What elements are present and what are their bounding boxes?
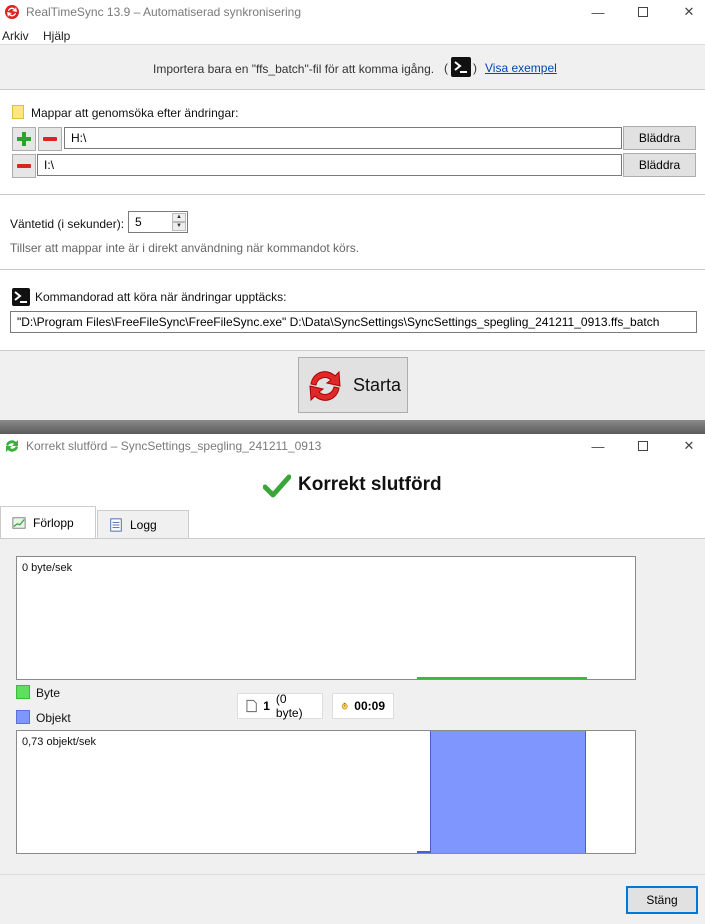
menu-bar: Arkiv Hjälp: [0, 24, 705, 44]
folder-path-input-1[interactable]: H:\: [64, 127, 622, 149]
title-bar[interactable]: RealTimeSync 13.9 – Automatiserad synkro…: [0, 0, 705, 24]
close-icon: ✕: [683, 438, 695, 453]
dialog-minimize-button[interactable]: —: [575, 434, 621, 458]
start-button[interactable]: Starta: [298, 357, 408, 413]
minus-icon: [17, 164, 31, 168]
hint-close-paren: ): [473, 61, 477, 75]
import-hint-text: Importera bara en "ffs_batch"-fil för at…: [153, 62, 435, 76]
minimize-button[interactable]: —: [575, 0, 621, 24]
plus-icon: [17, 132, 31, 146]
folders-label: Mappar att genomsöka efter ändringar:: [31, 106, 239, 120]
dialog-maximize-button[interactable]: [620, 434, 666, 458]
items-baseline: [417, 851, 431, 853]
spinner-arrows[interactable]: ▲ ▼: [172, 213, 186, 231]
tab-log-label: Logg: [130, 517, 157, 532]
window-title: RealTimeSync 13.9 – Automatiserad synkro…: [26, 5, 302, 19]
spin-down-icon[interactable]: ▼: [172, 222, 186, 231]
sync-icon: [6, 440, 18, 452]
elapsed-stat: 00:09: [332, 693, 394, 719]
dialog-title-bar[interactable]: Korrekt slutförd – SyncSettings_spegling…: [0, 434, 705, 458]
items-rate-label: 0,73 objekt/sek: [22, 736, 96, 748]
wait-time-value: 5: [135, 215, 142, 229]
folder-path-input-2[interactable]: I:\: [37, 154, 622, 176]
show-example-link[interactable]: Visa exempel: [485, 61, 557, 75]
desktop-background: [0, 420, 705, 434]
legend-swatch-items: [16, 710, 30, 724]
items-stat: 1 (0 byte): [237, 692, 323, 720]
legend-swatch-bytes: [16, 685, 30, 699]
tab-progress-label: Förlopp: [33, 515, 74, 530]
command-panel: Kommandorad att köra när ändringar upptä…: [0, 270, 705, 350]
hint-open-paren: (: [444, 61, 448, 75]
command-prompt-icon: [451, 57, 471, 77]
realtimesync-window: RealTimeSync 13.9 – Automatiserad synkro…: [0, 0, 705, 420]
command-prompt-icon: [12, 288, 30, 306]
start-label: Starta: [353, 375, 402, 395]
wait-panel: Väntetid (i sekunder): Tillser att mappa…: [0, 195, 705, 269]
progress-dialog: Korrekt slutförd – SyncSettings_spegling…: [0, 434, 705, 924]
import-hint-bar: Importera bara en "ffs_batch"-fil för at…: [0, 44, 705, 90]
items-count: 1: [263, 699, 270, 713]
wait-time-hint: Tillser att mappar inte är i direkt anvä…: [10, 241, 360, 255]
progress-chart-icon: [12, 516, 26, 529]
items-size: (0 byte): [275, 692, 303, 720]
maximize-icon: [638, 7, 648, 17]
status-title: Korrekt slutförd: [298, 474, 442, 495]
tab-progress[interactable]: Förlopp: [0, 506, 96, 538]
wait-time-label: Väntetid (i sekunder):: [10, 217, 125, 231]
log-list-icon: [110, 517, 122, 532]
bytes-line: [417, 677, 587, 679]
folder-icon: [12, 105, 24, 119]
minimize-icon: —: [591, 438, 605, 454]
remove-folder-button-2[interactable]: [12, 154, 36, 178]
folders-panel: Mappar att genomsöka efter ändringar: H:…: [0, 90, 705, 194]
dialog-title: Korrekt slutförd – SyncSettings_spegling…: [26, 439, 322, 453]
browse-button-2[interactable]: Bläddra: [623, 153, 696, 177]
close-icon: ✕: [683, 4, 695, 19]
menu-item-arkiv[interactable]: Arkiv: [2, 29, 29, 43]
wait-time-spinner[interactable]: 5 ▲ ▼: [128, 211, 188, 233]
menu-item-hjalp[interactable]: Hjälp: [43, 29, 70, 43]
file-icon: [246, 699, 257, 713]
minimize-icon: —: [591, 4, 605, 20]
dialog-footer: [0, 874, 705, 924]
legend-label-items: Objekt: [36, 711, 71, 725]
bytes-rate-label: 0 byte/sek: [22, 562, 73, 574]
elapsed-time: 00:09: [354, 699, 385, 713]
tab-log[interactable]: Logg: [97, 510, 189, 538]
stopwatch-icon: [341, 702, 348, 710]
command-label: Kommandorad att köra när ändringar upptä…: [35, 290, 287, 304]
spin-up-icon[interactable]: ▲: [172, 213, 186, 222]
close-button[interactable]: Stäng: [626, 886, 698, 914]
bytes-graph: 0 byte/sek: [16, 556, 636, 680]
items-area: [430, 731, 586, 853]
close-window-button[interactable]: ✕: [666, 0, 705, 24]
browse-button-1[interactable]: Bläddra: [623, 126, 696, 150]
tab-bar: Förlopp Logg: [0, 506, 705, 538]
add-folder-button[interactable]: [12, 127, 36, 151]
command-line-input[interactable]: "D:\Program Files\FreeFileSync\FreeFileS…: [10, 311, 697, 333]
maximize-button[interactable]: [620, 0, 666, 24]
realtimesync-app-icon: [5, 5, 19, 19]
minus-icon: [43, 137, 57, 141]
checkmark-icon: [263, 474, 291, 498]
maximize-icon: [638, 441, 648, 451]
remove-folder-button-1[interactable]: [38, 127, 62, 151]
items-graph: 0,73 objekt/sek: [16, 730, 636, 854]
sync-arrows-icon: [309, 370, 341, 402]
dialog-close-window-button[interactable]: ✕: [666, 434, 705, 458]
legend-label-bytes: Byte: [36, 686, 61, 700]
